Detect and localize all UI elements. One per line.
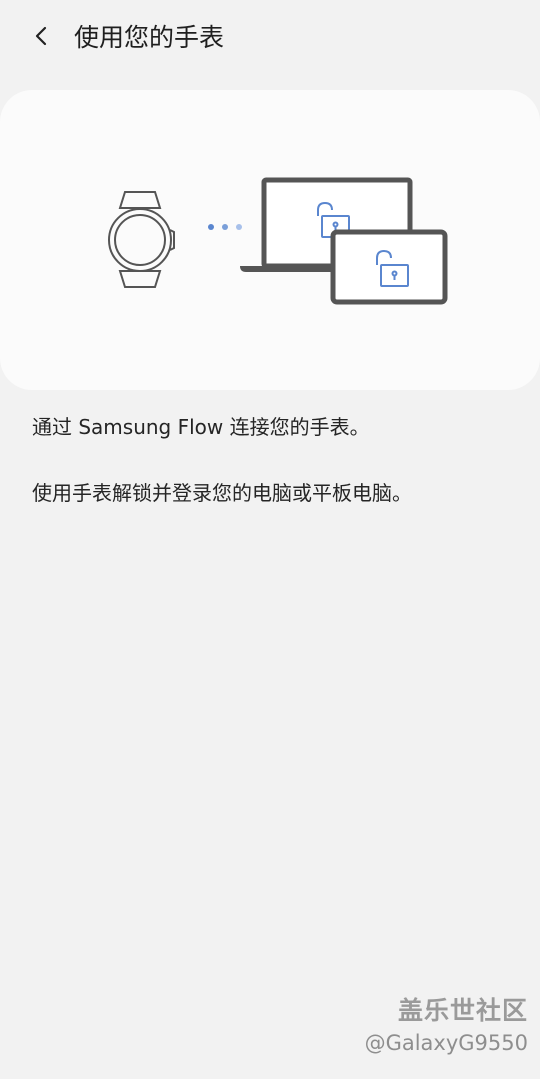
back-button[interactable]	[22, 18, 62, 58]
tablet-icon	[330, 229, 448, 305]
description-unlock: 使用手表解锁并登录您的电脑或平板电脑。	[32, 481, 412, 505]
description-connect: 通过 Samsung Flow 连接您的手表。	[32, 415, 370, 439]
watermark-title: 盖乐世社区	[397, 996, 528, 1025]
watch-icon	[108, 191, 175, 288]
connection-dots-icon	[208, 224, 242, 230]
chevron-left-icon	[30, 24, 54, 52]
watermark-handle: @GalaxyG9550	[364, 1031, 528, 1055]
watermark: 盖乐世社区 @GalaxyG9550	[365, 994, 528, 1058]
app-bar: 使用您的手表	[0, 0, 540, 76]
watch-to-devices-illustration	[108, 177, 448, 305]
page-title: 使用您的手表	[74, 23, 225, 52]
illustration-card	[0, 90, 540, 390]
